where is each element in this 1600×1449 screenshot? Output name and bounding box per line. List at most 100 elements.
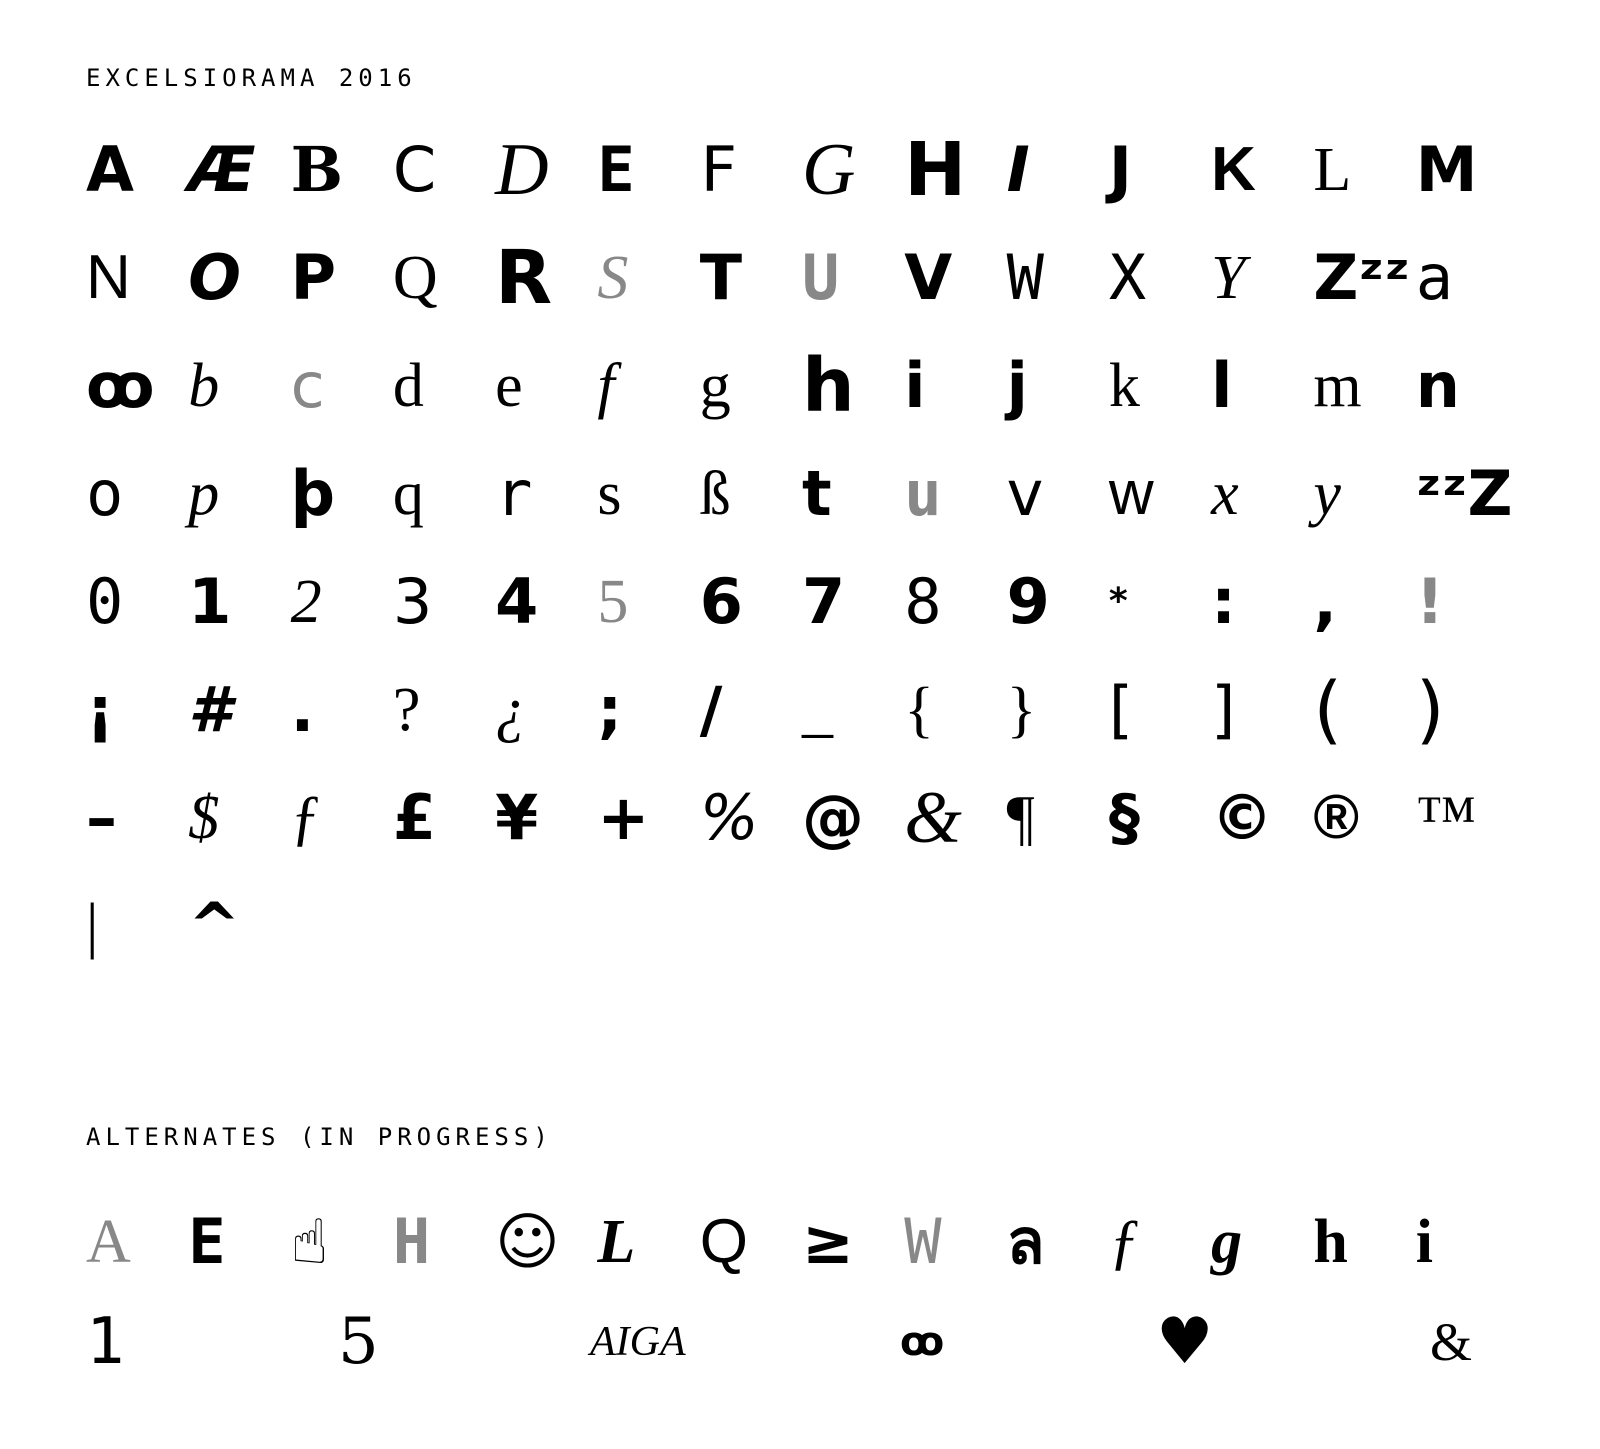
glyph: j <box>1006 349 1028 422</box>
glyph: B <box>290 133 343 206</box>
alternate-glyph: E <box>188 1205 226 1278</box>
glyph: _ <box>801 676 833 744</box>
glyph: t <box>801 457 832 530</box>
glyph: g <box>699 352 731 420</box>
glyph <box>700 872 802 980</box>
glyph: % <box>699 781 759 854</box>
glyph: 8 <box>904 565 942 638</box>
glyph: P <box>290 241 337 314</box>
heart-icon: ♥ <box>1156 1305 1214 1379</box>
glyph: ! <box>1415 565 1444 638</box>
glyph <box>495 872 597 980</box>
alternate-glyph: ≥ <box>801 1205 854 1278</box>
alternate-glyph: L <box>597 1208 636 1276</box>
glyph: a <box>1415 241 1454 314</box>
glyph: 2 <box>290 568 322 636</box>
glyph: N <box>86 243 131 312</box>
glyph: ¥ <box>495 781 539 854</box>
glyph: ß <box>699 460 731 528</box>
glyph: X <box>1108 241 1147 314</box>
glyph: Zᶻᶻ <box>1313 241 1411 314</box>
glyph <box>904 872 1006 980</box>
alternate-glyph: H <box>392 1205 431 1278</box>
glyph: 9 <box>1006 565 1050 638</box>
glyph: § <box>1108 781 1140 854</box>
glyph: K <box>1211 135 1256 204</box>
glyph: ® <box>1313 783 1360 852</box>
glyph: G <box>801 129 856 211</box>
alternate-glyph: ꝏ <box>900 1319 945 1365</box>
glyph: F <box>699 133 738 206</box>
glyph: @ <box>801 781 864 854</box>
glyph: # <box>188 673 232 746</box>
glyph <box>802 872 904 980</box>
glyph: 3 <box>392 565 433 638</box>
glyph: ¿ <box>495 676 527 744</box>
glyph: © <box>1211 781 1274 854</box>
glyph: v <box>1006 457 1044 530</box>
glyph <box>597 872 699 980</box>
alternate-glyph: Q <box>699 1207 748 1276</box>
glyph <box>1211 872 1313 980</box>
glyph: : <box>1211 565 1236 638</box>
alternate-glyph: i <box>1415 1208 1433 1276</box>
alternate-glyph: ƒ <box>1108 1208 1140 1276</box>
glyph: b <box>188 352 220 420</box>
glyph: Q <box>392 244 438 312</box>
glyph: m <box>1313 352 1362 420</box>
alternate-glyph: A <box>86 1208 131 1276</box>
alternate-glyph: h <box>1313 1208 1348 1276</box>
glyph: [ <box>1108 673 1134 746</box>
glyph: E <box>597 133 635 206</box>
glyph <box>291 872 393 980</box>
glyph: u <box>904 457 942 530</box>
glyph: 7 <box>801 565 846 638</box>
glyph: s <box>597 460 622 528</box>
glyph: ¶ <box>1006 784 1035 852</box>
alternates-row-2: 1 5 AIGA ꝏ ♥ & <box>86 1292 1518 1392</box>
glyph: 6 <box>699 565 743 638</box>
section-title-alternates: ALTERNATES (IN PROGRESS) <box>86 1123 553 1151</box>
glyph: ᶻᶻZ <box>1415 457 1513 530</box>
glyph: J <box>1108 133 1132 206</box>
page-title: EXCELSIORAMA 2016 <box>86 64 417 92</box>
glyph <box>1109 872 1211 980</box>
glyph: r <box>495 457 533 530</box>
glyph: $ <box>188 784 220 852</box>
glyph: I <box>1006 133 1030 206</box>
glyph: V <box>904 241 953 314</box>
glyph: c <box>290 349 325 422</box>
alternate-glyph: AIGA <box>590 1319 686 1365</box>
glyph: 1 <box>188 565 232 638</box>
glyph: Æ <box>188 133 256 206</box>
glyph: l <box>1211 349 1233 422</box>
glyph: y <box>1313 460 1341 528</box>
alternate-glyph: & <box>1430 1312 1473 1372</box>
glyph: * <box>1108 581 1128 622</box>
glyph: £ <box>392 781 436 854</box>
glyph: ƒ <box>290 784 322 852</box>
glyph: 0 <box>86 565 124 638</box>
glyph: ¡ <box>86 673 115 746</box>
alternates-row: A E ☝ H ☺ L Q ≥ W ล ƒ g h i <box>86 1192 1518 1292</box>
glyph: þ <box>290 457 335 530</box>
alternate-glyph: ☺ <box>495 1205 560 1278</box>
alternate-glyph: g <box>1211 1208 1243 1276</box>
glyph: S <box>597 244 629 312</box>
glyph: O <box>188 241 241 314</box>
glyph: Y <box>1211 244 1246 312</box>
glyph: n <box>1415 349 1460 422</box>
glyph: – <box>86 781 117 854</box>
glyph: ꝏ <box>86 349 155 422</box>
glyph: U <box>801 241 840 314</box>
glyph: } <box>1006 676 1037 744</box>
glyph: C <box>392 133 437 206</box>
alternate-glyph: 5 <box>338 1305 379 1379</box>
glyph: ( <box>1313 667 1343 753</box>
glyph: { <box>904 676 935 744</box>
glyph <box>1313 872 1415 980</box>
glyph: p <box>188 460 220 528</box>
glyph <box>393 872 495 980</box>
glyph: h <box>801 343 855 429</box>
glyph: A <box>86 133 134 206</box>
